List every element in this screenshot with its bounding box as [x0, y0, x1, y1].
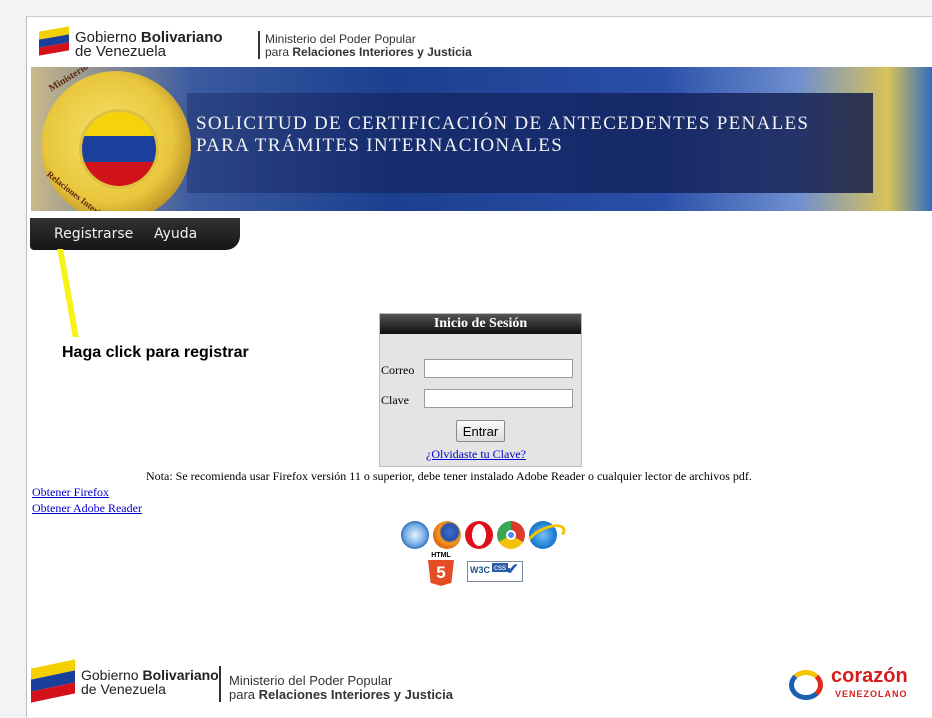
recommendation-note: Nota: Se recomienda usar Firefox versión… [146, 469, 752, 483]
get-firefox-link[interactable]: Obtener Firefox [32, 485, 109, 500]
corazon-heart-icon [789, 670, 823, 700]
footer-divider [219, 666, 221, 702]
login-title: Inicio de Sesión [380, 314, 581, 334]
venezolano-text: VENEZOLANO [835, 689, 908, 699]
banner-title-line1: SOLICITUD DE CERTIFICACIÓN DE ANTECEDENT… [196, 113, 810, 134]
banner-title-line2: PARA TRÁMITES INTERNACIONALES [196, 135, 564, 156]
password-field[interactable] [424, 389, 573, 408]
forgot-password-link[interactable]: ¿Olvidaste tu Clave? [426, 447, 526, 462]
email-field[interactable] [424, 359, 573, 378]
login-button[interactable]: Entrar [456, 420, 505, 442]
html5-icon: HTML 5 [428, 552, 454, 588]
gobierno-text: Gobierno Bolivariano de Venezuela [75, 29, 223, 60]
ministerio-text: Ministerio del Poder Popular para Relaci… [265, 32, 472, 59]
seal-top-text: Ministerio del Poder Popular [47, 67, 158, 94]
venezuela-flag-icon [39, 26, 69, 56]
menu-item-ayuda[interactable]: Ayuda [154, 226, 197, 242]
annotation-hint: Haga click para registrar [62, 344, 249, 361]
venezuela-flag-icon [31, 659, 75, 703]
footer-ministerio-text: Ministerio del Poder Popular para Relaci… [229, 673, 454, 702]
login-panel: Inicio de Sesión Correo Clave Entrar ¿Ol… [379, 313, 582, 467]
seal-flag [79, 109, 159, 189]
firefox-icon [433, 521, 461, 549]
ie-icon [522, 519, 570, 555]
header-banner: Ministerio del Poder Popular Relaciones … [31, 67, 932, 211]
ministry-seal-icon: Ministerio del Poder Popular Relaciones … [41, 67, 191, 211]
main-menu: Registrarse Ayuda [30, 218, 240, 250]
header-divider [258, 31, 260, 59]
get-adobe-reader-link[interactable]: Obtener Adobe Reader [32, 501, 142, 516]
opera-icon [465, 521, 493, 549]
footer-gobierno-text: Gobierno Bolivariano de Venezuela [81, 667, 219, 697]
corazon-text: corazón [831, 665, 908, 687]
chrome-icon [497, 521, 525, 549]
email-label: Correo [381, 363, 415, 377]
header-logo: Gobierno Bolivariano de Venezuela [39, 26, 249, 61]
safari-icon [401, 521, 429, 549]
w3c-css-icon: W3C css ✔ [467, 561, 523, 582]
banner-title: SOLICITUD DE CERTIFICACIÓN DE ANTECEDENT… [196, 113, 809, 157]
password-label: Clave [381, 393, 409, 407]
footer-logo: Gobierno Bolivariano de Venezuela [31, 659, 221, 703]
menu-item-registrarse[interactable]: Registrarse [54, 226, 133, 242]
page: Gobierno Bolivariano de Venezuela Minist… [26, 16, 932, 717]
annotation-pointer [57, 249, 79, 337]
